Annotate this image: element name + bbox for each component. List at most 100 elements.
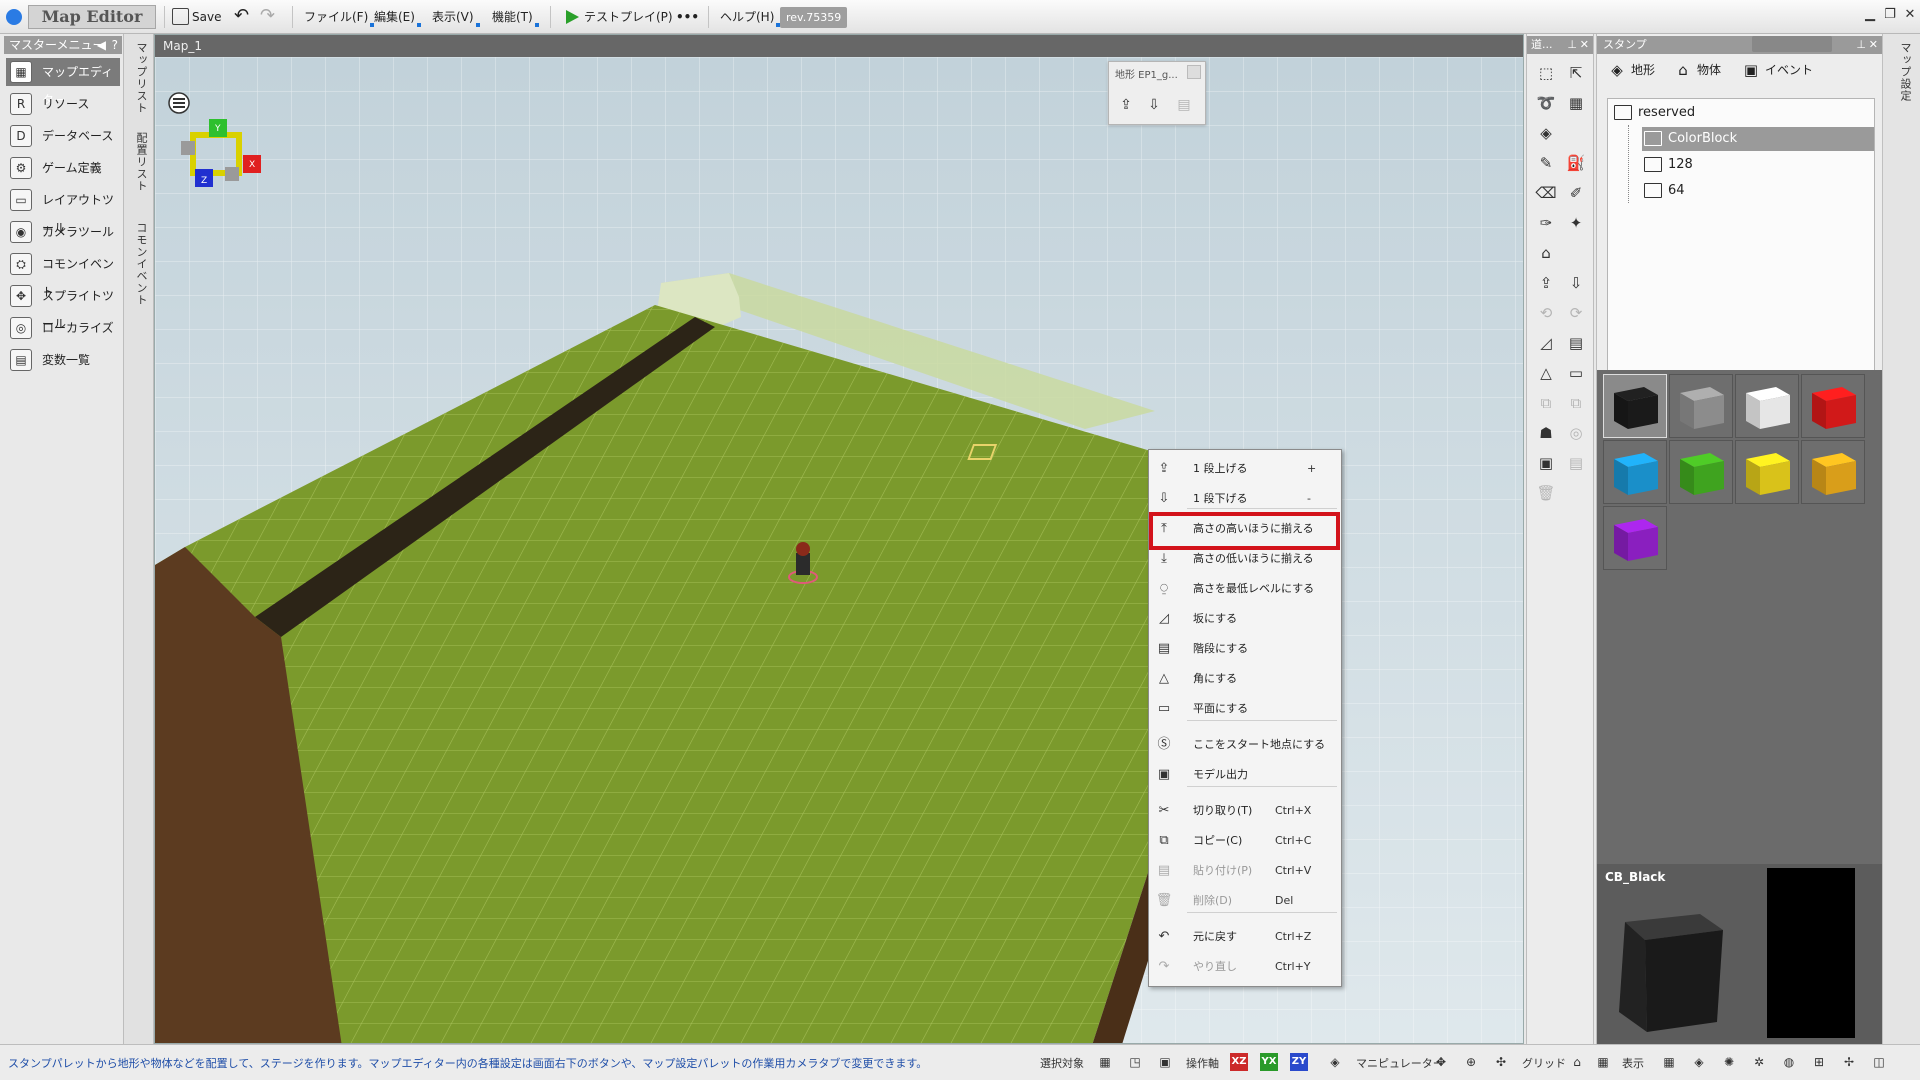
display-grid-icon[interactable]: ▦ (1660, 1053, 1678, 1071)
corner-tool-icon[interactable]: △ (1533, 360, 1559, 386)
tab-event[interactable]: ▣ イベント (1737, 58, 1813, 82)
menu-view[interactable]: 表示(V) (428, 5, 480, 29)
move-gizmo-icon[interactable]: ✥ (1432, 1053, 1450, 1071)
tab-terrain[interactable]: ◈ 地形 (1603, 58, 1655, 82)
menu-help[interactable]: ヘルプ(H) (716, 5, 781, 29)
pin-icon[interactable]: ⊥ (1567, 36, 1577, 54)
mini-panel-close[interactable] (1187, 65, 1201, 79)
context-menu-item[interactable]: ↷ やり直し Ctrl+Y (1149, 952, 1341, 982)
viewport-menu-icon[interactable] (168, 92, 190, 114)
raise-tool-icon[interactable]: ⇪ (1533, 270, 1559, 296)
swatch-orange[interactable] (1801, 440, 1865, 504)
app-gear-icon[interactable] (6, 9, 22, 25)
display-light-icon[interactable]: ✺ (1720, 1053, 1738, 1071)
master-menu-item[interactable]: ◉ カメラツール (6, 218, 120, 246)
stairs-tool-icon[interactable]: ▤ (1563, 330, 1589, 356)
master-menu-item[interactable]: R リソース (6, 90, 120, 118)
rotate-ccw-icon[interactable]: ⟲ (1533, 300, 1559, 326)
dropper-icon[interactable]: ✐ (1563, 180, 1589, 206)
undo-button[interactable]: ↶ (230, 5, 253, 29)
context-menu-item[interactable]: ▣ モデル出力 (1149, 760, 1341, 790)
display-box-icon[interactable]: ◫ (1870, 1053, 1888, 1071)
display-camera-icon[interactable]: ✲ (1750, 1053, 1768, 1071)
menu-file[interactable]: ファイル(F) (300, 5, 375, 29)
context-menu-item[interactable]: ↶ 元に戻す Ctrl+Z (1149, 922, 1341, 952)
collapse-icon[interactable]: ◀ (97, 36, 106, 54)
close-icon[interactable]: ✕ (1900, 0, 1920, 34)
context-menu-item[interactable]: △ 角にする (1149, 664, 1341, 694)
rotate-gizmo-icon[interactable]: ⊕ (1462, 1053, 1480, 1071)
swatch-white[interactable] (1735, 374, 1799, 438)
master-menu-item[interactable]: ▤ 変数一覧 (6, 346, 120, 374)
master-menu-item[interactable]: ⛭ コモンイベント (6, 250, 120, 299)
scale-gizmo-icon[interactable]: ✣ (1492, 1053, 1510, 1071)
minimize-icon[interactable]: ▁ (1860, 0, 1880, 34)
context-menu-item[interactable]: ⇪ 1 段上げる + (1149, 454, 1341, 484)
context-menu-item[interactable]: ◿ 坂にする (1149, 604, 1341, 634)
master-menu-item[interactable]: ▭ レイアウトツール (6, 186, 120, 235)
display-cube-icon[interactable]: ◈ (1690, 1053, 1708, 1071)
copy-tool-icon[interactable]: ⧉ (1533, 390, 1559, 416)
swatch-cyan[interactable] (1603, 440, 1667, 504)
master-menu-item[interactable]: ⚙ ゲーム定義 (6, 154, 120, 182)
grid-select-icon[interactable]: ▦ (1563, 90, 1589, 116)
help-icon[interactable]: ? (112, 36, 118, 54)
select-event-icon[interactable]: ▣ (1156, 1053, 1174, 1071)
slope-tool-icon[interactable]: ◿ (1533, 330, 1559, 356)
stamp-search-input[interactable] (1752, 36, 1832, 52)
viewport-tab[interactable]: Map_1 (155, 35, 1523, 57)
display-wire-icon[interactable]: ⊞ (1810, 1053, 1828, 1071)
close-icon[interactable]: ✕ (1580, 36, 1589, 54)
grid-settings-icon[interactable]: ▦ (1594, 1053, 1612, 1071)
home-icon[interactable]: ⌂ (1533, 240, 1559, 266)
raise-icon[interactable]: ⇪ (1113, 92, 1139, 118)
tree-folder[interactable]: 64 (1642, 179, 1874, 203)
maximize-icon[interactable]: ❐ (1880, 0, 1900, 34)
context-menu-item[interactable]: Ⓢ ここをスタート地点にする (1149, 730, 1341, 760)
arrow-select-icon[interactable]: ⇱ (1563, 60, 1589, 86)
swatch-red[interactable] (1801, 374, 1865, 438)
context-menu-item[interactable]: ⧉ コピー(C) Ctrl+C (1149, 826, 1341, 856)
menu-edit[interactable]: 編集(E) (370, 5, 421, 29)
tree-folder[interactable]: ColorBlock (1642, 127, 1874, 151)
testplay-button[interactable]: テストプレイ(P) (564, 5, 677, 29)
export-tool-icon[interactable]: ▣ (1533, 450, 1559, 476)
context-menu-item[interactable]: ▤ 貼り付け(P) Ctrl+V (1149, 856, 1341, 886)
manipulator-icon[interactable]: ◈ (1326, 1053, 1344, 1071)
context-menu-item[interactable]: ▭ 平面にする (1149, 694, 1341, 724)
master-menu-item[interactable]: ▦ マップエディター (6, 58, 120, 107)
swatch-gray[interactable] (1669, 374, 1733, 438)
tab-placement-list[interactable]: 配置リスト (129, 132, 149, 192)
swatch-purple[interactable] (1603, 506, 1667, 570)
lasso-select-icon[interactable]: ➰ (1533, 90, 1559, 116)
flat-tool-icon[interactable]: ▭ (1563, 360, 1589, 386)
select-all-icon[interactable]: ▦ (1096, 1053, 1114, 1071)
swatch-green[interactable] (1669, 440, 1733, 504)
more-button[interactable]: ••• (672, 5, 703, 29)
redo-button[interactable]: ↷ (256, 5, 279, 29)
axis-xz-button[interactable]: XZ (1230, 1053, 1248, 1071)
trash-icon[interactable]: 🗑 (1533, 480, 1559, 506)
axis-zy-button[interactable]: ZY (1290, 1053, 1308, 1071)
wand-icon[interactable]: ✦ (1563, 210, 1589, 236)
target-icon[interactable]: ◎ (1563, 420, 1589, 446)
select-object-icon[interactable]: ◳ (1126, 1053, 1144, 1071)
brush-icon[interactable]: ✑ (1533, 210, 1559, 236)
pencil-icon[interactable]: ✎ (1533, 150, 1559, 176)
axis-yx-button[interactable]: YX (1260, 1053, 1278, 1071)
rotate-cw-icon[interactable]: ⟳ (1563, 300, 1589, 326)
tree-folder[interactable]: 128 (1642, 153, 1874, 177)
master-menu-item[interactable]: ✥ スプライトツール (6, 282, 120, 331)
context-menu-item[interactable]: ✂ 切り取り(T) Ctrl+X (1149, 796, 1341, 826)
tab-map-list[interactable]: マップリスト (129, 42, 149, 114)
display-sphere-icon[interactable]: ◍ (1780, 1053, 1798, 1071)
context-menu-item[interactable]: ⍜ 高さを最低レベルにする (1149, 574, 1341, 604)
tree-folder[interactable]: reserved (1612, 101, 1874, 125)
master-menu-item[interactable]: D データベース (6, 122, 120, 150)
menu-function[interactable]: 機能(T) (488, 5, 539, 29)
master-menu-item[interactable]: ◎ ローカライズ (6, 314, 120, 342)
bucket-icon[interactable]: ⛽ (1563, 150, 1589, 176)
tab-object[interactable]: ⌂ 物体 (1669, 58, 1721, 82)
tab-map-settings[interactable]: マップ設定 (1893, 42, 1913, 102)
grid-toggle-icon[interactable]: ⌂ (1568, 1053, 1586, 1071)
